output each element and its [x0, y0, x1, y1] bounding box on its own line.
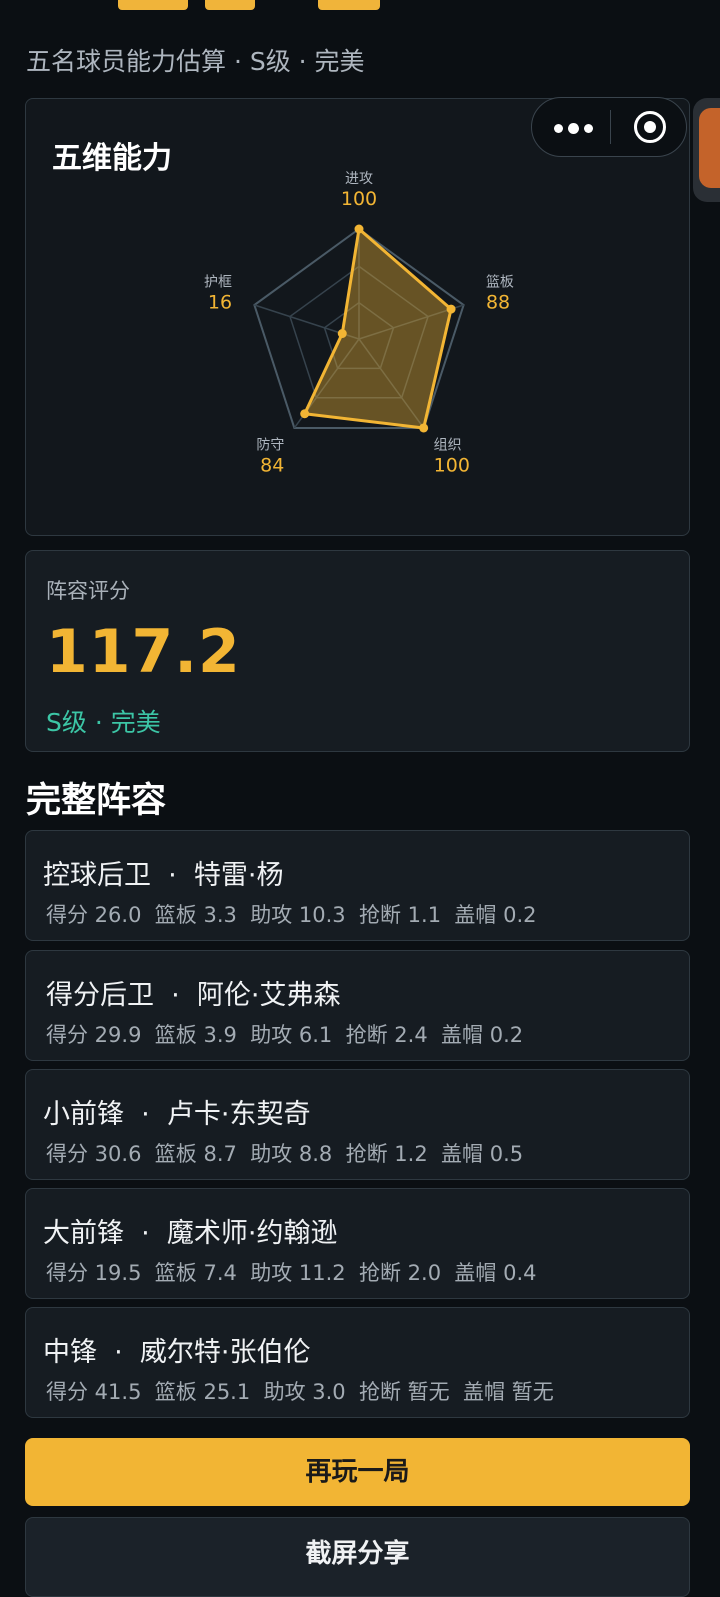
miniprogram-capsule — [531, 97, 687, 157]
cropped-header — [0, 0, 720, 18]
player-stats: 得分 41.5 篮板 25.1 助攻 3.0 抢断 暂无 盖帽 暂无 — [46, 1380, 554, 1404]
player-card: 控球后卫 · 特雷·杨 得分 26.0 篮板 3.3 助攻 10.3 抢断 1.… — [25, 830, 690, 941]
replay-button[interactable]: 再玩一局 — [25, 1438, 690, 1506]
radar-axis-value: 88 — [486, 292, 510, 314]
player-stats: 得分 30.6 篮板 8.7 助攻 8.8 抢断 1.2 盖帽 0.5 — [46, 1142, 524, 1166]
player-name: 控球后卫 · 特雷·杨 — [43, 860, 284, 891]
radar-point — [354, 224, 364, 234]
player-stats: 得分 19.5 篮板 7.4 助攻 11.2 抢断 2.0 盖帽 0.4 — [46, 1261, 537, 1285]
radar-axis-value: 100 — [341, 188, 377, 210]
page-subtitle: 五名球员能力估算 · S级 · 完美 — [26, 47, 365, 76]
radar-axis-label: 篮板 — [486, 275, 514, 291]
player-card: 得分后卫 · 阿伦·艾弗森 得分 29.9 篮板 3.9 助攻 6.1 抢断 2… — [25, 950, 690, 1061]
player-card: 小前锋 · 卢卡·东契奇 得分 30.6 篮板 8.7 助攻 8.8 抢断 1.… — [25, 1069, 690, 1180]
radar-axis-value: 84 — [260, 454, 284, 476]
lineup-title: 完整阵容 — [26, 781, 167, 821]
radar-chart: 进攻100篮板88组织100防守84护框16 — [204, 171, 514, 476]
radar-point — [446, 304, 456, 314]
player-name: 得分后卫 · 阿伦·艾弗森 — [46, 980, 341, 1011]
radar-point — [337, 329, 347, 339]
score-grade: S级 · 完美 — [46, 708, 161, 737]
radar-point — [419, 423, 429, 433]
player-name: 大前锋 · 魔术师·约翰逊 — [43, 1218, 338, 1249]
radar-axis-label: 进攻 — [345, 171, 373, 187]
score-value: 117.2 — [46, 617, 241, 687]
score-label: 阵容评分 — [46, 579, 130, 603]
target-close-icon[interactable] — [634, 111, 666, 143]
player-name: 中锋 · 威尔特·张伯伦 — [43, 1337, 311, 1368]
radar-axis-value: 100 — [434, 454, 470, 476]
score-card: 阵容评分 117.2 S级 · 完美 — [25, 550, 690, 752]
radar-point — [300, 409, 310, 419]
radar-axis-label: 护框 — [204, 275, 232, 291]
radar-axis-value: 16 — [208, 292, 232, 314]
app-icon-peek — [693, 98, 720, 202]
player-stats: 得分 26.0 篮板 3.3 助攻 10.3 抢断 1.1 盖帽 0.2 — [46, 903, 537, 927]
player-card: 大前锋 · 魔术师·约翰逊 得分 19.5 篮板 7.4 助攻 11.2 抢断 … — [25, 1188, 690, 1299]
radar-axis-label: 防守 — [256, 437, 284, 453]
player-stats: 得分 29.9 篮板 3.9 助攻 6.1 抢断 2.4 盖帽 0.2 — [46, 1023, 524, 1047]
capsule-divider — [610, 110, 611, 144]
share-button[interactable]: 截屏分享 — [25, 1517, 690, 1597]
more-dots-icon[interactable] — [554, 116, 594, 140]
player-name: 小前锋 · 卢卡·东契奇 — [43, 1099, 311, 1130]
radar-card: 五维能力 进攻 100 篮板 88 组织 100 防守 84 护框 16 — [25, 98, 690, 536]
radar-axis-label: 组织 — [434, 437, 462, 453]
player-card: 中锋 · 威尔特·张伯伦 得分 41.5 篮板 25.1 助攻 3.0 抢断 暂… — [25, 1307, 690, 1418]
